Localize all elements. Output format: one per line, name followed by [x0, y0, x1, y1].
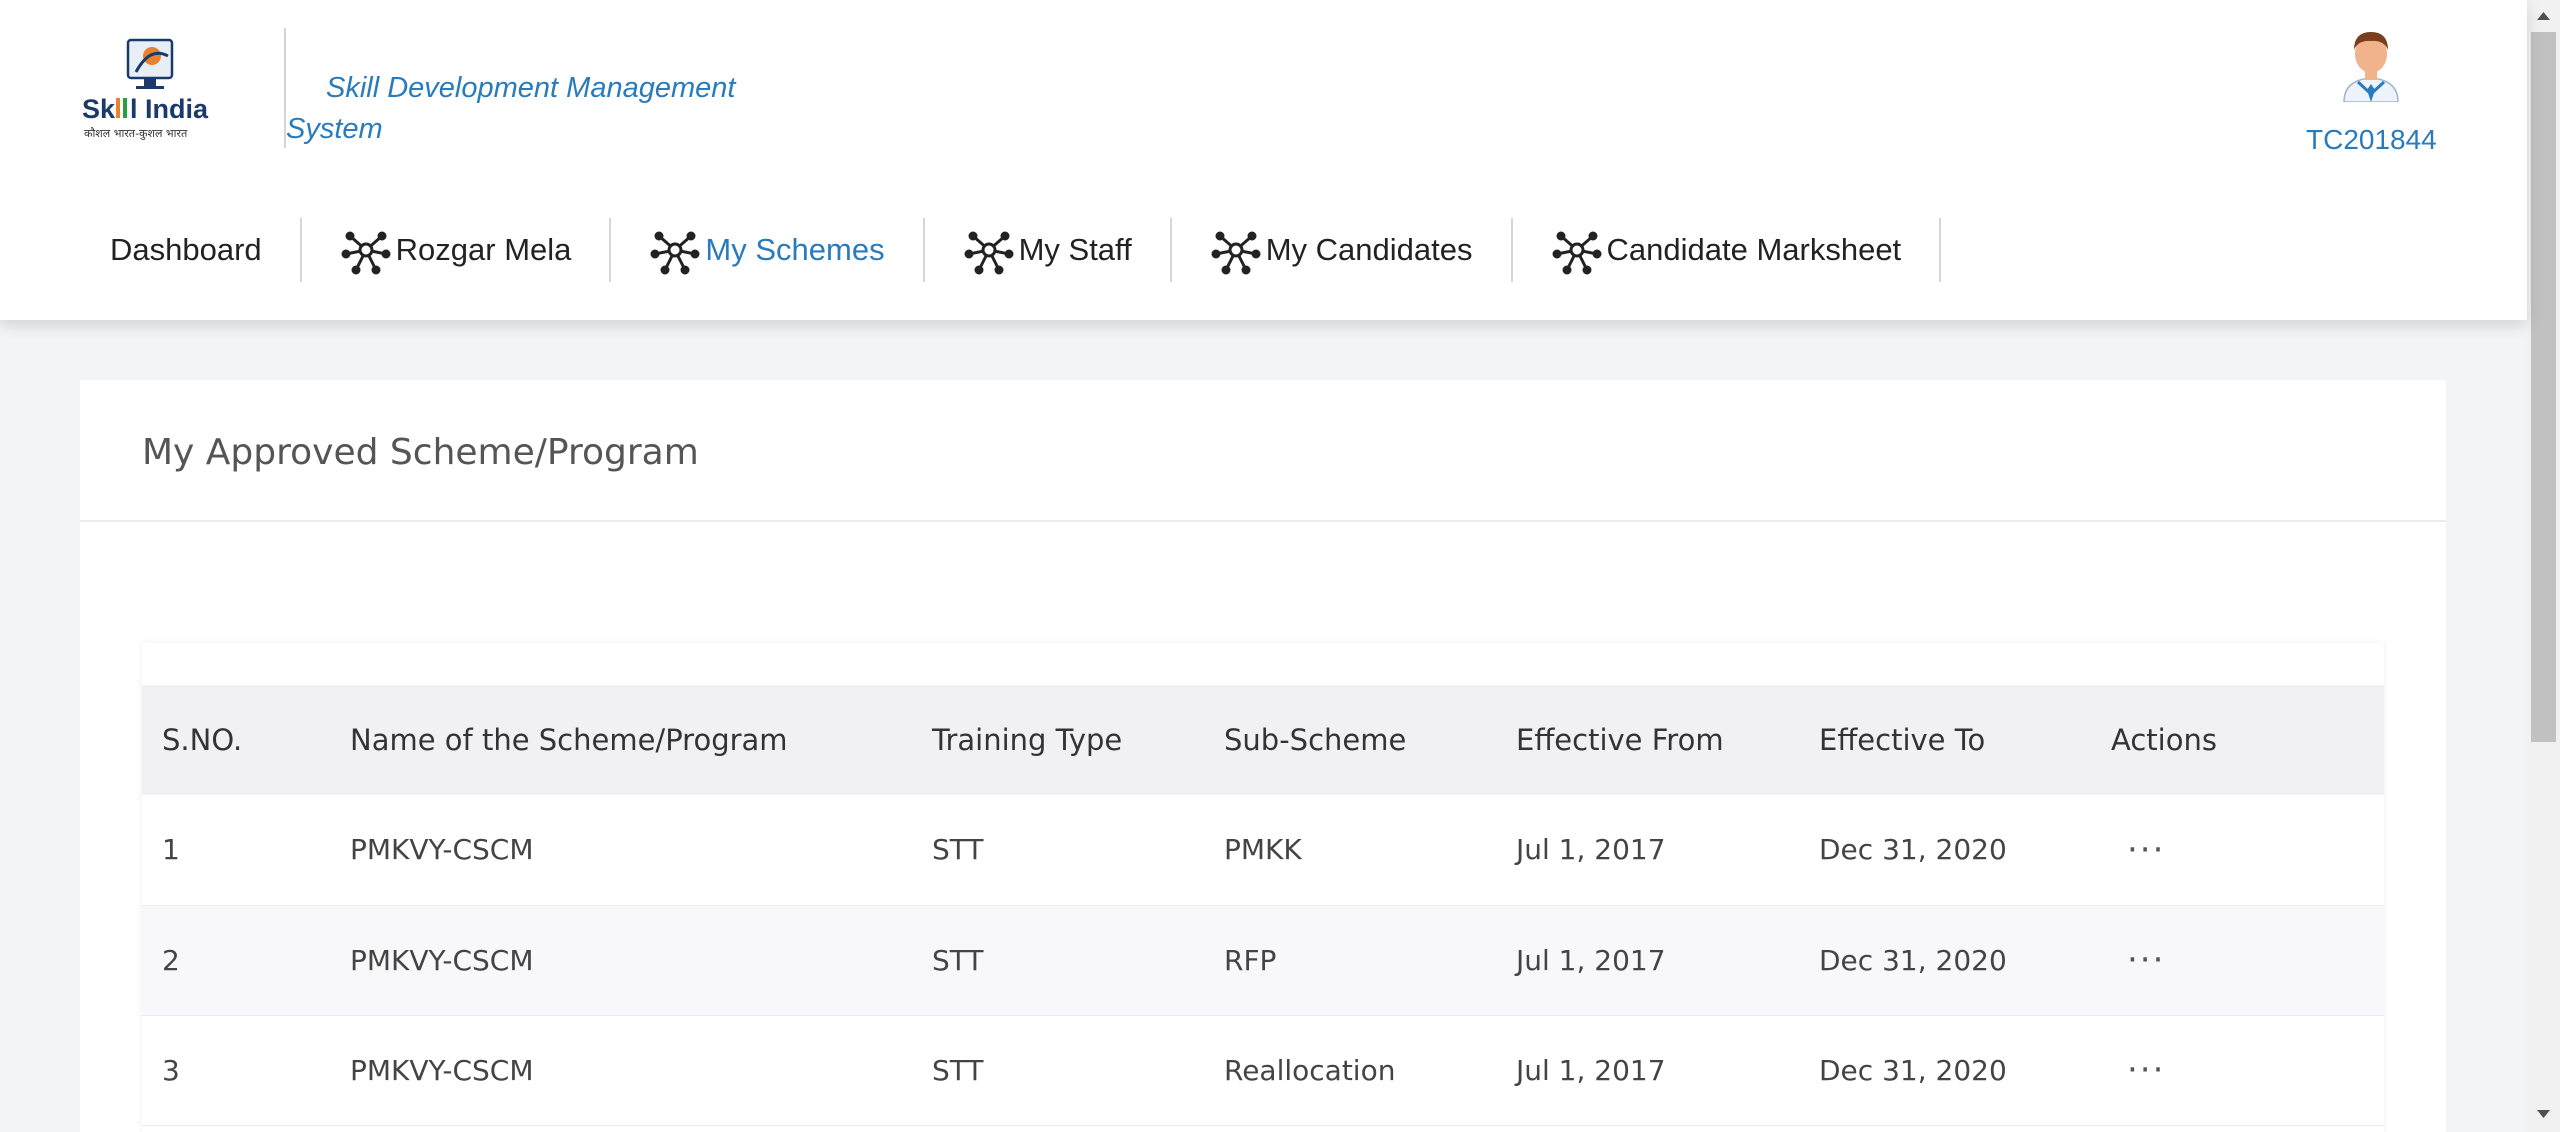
svg-text:Sk: Sk: [82, 94, 116, 124]
cell-training-type: STT: [932, 1053, 984, 1087]
nav-my-schemes[interactable]: My Schemes: [611, 218, 925, 282]
cell-name: PMKVY-CSCM: [350, 833, 534, 867]
cell-effective-from: Jul 1, 2017: [1516, 943, 1666, 977]
table-row: 1 PMKVY-CSCM STT PMKK Jul 1, 2017 Dec 31…: [142, 795, 2384, 905]
scrollbar-thumb[interactable]: [2531, 32, 2556, 742]
table-header-row: S.NO. Name of the Scheme/Program Trainin…: [142, 685, 2384, 795]
nav-rozgar-mela[interactable]: Rozgar Mela: [302, 218, 612, 282]
cell-training-type: STT: [932, 833, 984, 867]
cell-actions: ···: [2091, 905, 2384, 1015]
network-icon: [1210, 224, 1262, 276]
nav-item-label: Candidate Marksheet: [1606, 232, 1902, 267]
schemes-table: S.NO. Name of the Scheme/Program Trainin…: [142, 643, 2384, 1126]
more-actions-icon[interactable]: ···: [2111, 940, 2165, 980]
user-avatar-icon[interactable]: [2336, 28, 2406, 103]
nav-item-label: My Schemes: [705, 232, 885, 267]
schemes-table-container: S.NO. Name of the Scheme/Program Trainin…: [142, 643, 2384, 1132]
scroll-down-arrow-icon[interactable]: [2527, 1104, 2560, 1124]
logo-tagline: कौशल भारत-कुशल भारत: [84, 127, 188, 140]
table-top-gap: [142, 643, 2384, 685]
nav-my-candidates[interactable]: My Candidates: [1172, 218, 1513, 282]
nav-dashboard[interactable]: Dashboard: [88, 218, 302, 282]
col-header-training-type[interactable]: Training Type: [912, 685, 1204, 795]
main-nav: Dashboard Rozgar Mela My Schemes My Staf…: [88, 218, 1942, 282]
table-row: 2 PMKVY-CSCM STT RFP Jul 1, 2017 Dec 31,…: [142, 905, 2384, 1015]
col-header-sub-scheme[interactable]: Sub-Scheme: [1204, 685, 1496, 795]
user-id[interactable]: TC201844: [2306, 124, 2437, 156]
nav-candidate-marksheet[interactable]: Candidate Marksheet: [1513, 218, 1942, 282]
cell-training-type: STT: [932, 943, 984, 977]
skill-india-logo[interactable]: Sk l India कौशल भारत-कुशल भारत: [80, 36, 224, 148]
svg-text:l India: l India: [130, 94, 209, 124]
col-header-actions: Actions: [2111, 723, 2217, 757]
cell-effective-to: Dec 31, 2020: [1819, 943, 2007, 977]
cell-actions: ···: [2091, 1015, 2384, 1125]
network-icon: [1551, 224, 1603, 276]
col-header-sno[interactable]: S.NO.: [142, 685, 330, 795]
cell-effective-from: Jul 1, 2017: [1516, 833, 1666, 867]
nav-my-staff[interactable]: My Staff: [925, 218, 1172, 282]
network-icon: [963, 224, 1015, 276]
cell-sub-scheme: PMKK: [1224, 833, 1302, 867]
app-header: Sk l India कौशल भारत-कुशल भारत Skill Dev…: [0, 0, 2527, 320]
nav-item-label: My Candidates: [1265, 232, 1473, 267]
cell-sub-scheme: Reallocation: [1224, 1053, 1396, 1087]
cell-name: PMKVY-CSCM: [350, 943, 534, 977]
cell-sno: 1: [162, 833, 180, 867]
table-row: 3 PMKVY-CSCM STT Reallocation Jul 1, 201…: [142, 1015, 2384, 1125]
scroll-up-arrow-icon[interactable]: [2527, 6, 2560, 26]
card-title: My Approved Scheme/Program: [142, 432, 699, 473]
cell-sno: 2: [162, 943, 180, 977]
cell-effective-from: Jul 1, 2017: [1516, 1053, 1666, 1087]
network-icon: [649, 224, 701, 276]
nav-item-label: Dashboard: [110, 232, 262, 267]
cell-actions: ···: [2091, 795, 2384, 905]
cell-effective-to: Dec 31, 2020: [1819, 833, 2007, 867]
more-actions-icon[interactable]: ···: [2111, 830, 2165, 870]
network-icon: [340, 224, 392, 276]
page-scrollbar[interactable]: [2527, 0, 2560, 1132]
card-divider: [80, 520, 2446, 522]
cell-effective-to: Dec 31, 2020: [1819, 1053, 2007, 1087]
cell-name: PMKVY-CSCM: [350, 1053, 534, 1087]
cell-sub-scheme: RFP: [1224, 943, 1277, 977]
approved-schemes-card: My Approved Scheme/Program S.NO. Name of…: [80, 380, 2446, 1132]
col-header-effective-to[interactable]: Effective To: [1799, 685, 2091, 795]
nav-item-label: My Staff: [1018, 232, 1132, 267]
col-header-name[interactable]: Name of the Scheme/Program: [330, 685, 912, 795]
system-title: Skill Development Management System: [286, 72, 736, 145]
cell-sno: 3: [162, 1053, 180, 1087]
nav-item-label: Rozgar Mela: [395, 232, 572, 267]
col-header-effective-from[interactable]: Effective From: [1496, 685, 1799, 795]
more-actions-icon[interactable]: ···: [2111, 1050, 2165, 1090]
